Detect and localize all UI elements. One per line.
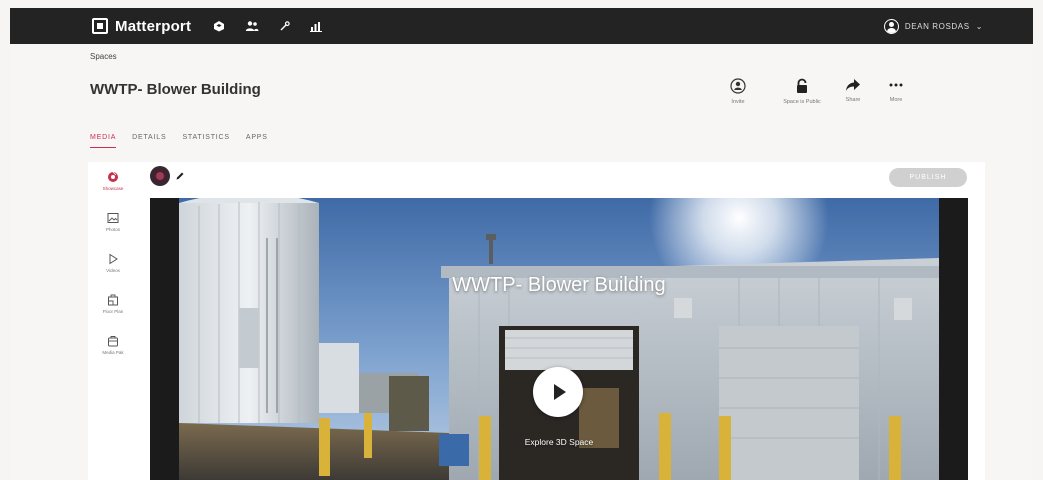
tab-media[interactable]: MEDIA [90,134,117,148]
user-avatar-icon [883,18,899,34]
floorplan-icon [107,294,118,306]
media-panel: Showcase Photos Videos Floor Plan Media … [88,162,985,480]
showcase-viewer[interactable]: WWTP- Blower Building Explore 3D Space [150,198,968,480]
more-icon [889,83,903,87]
viewer-title: WWTP- Blower Building [452,274,666,296]
lock-icon [797,78,807,93]
share-icon [846,79,860,91]
sidenav-item-floorplan[interactable]: Floor Plan [102,294,124,326]
nav-tools-icon[interactable] [279,20,290,32]
tab-details[interactable]: DETAILS [132,134,166,148]
user-name: DEAN ROSDAS [904,21,970,31]
tab-bar: MEDIA DETAILS STATISTICS APPS [90,134,268,148]
tab-apps[interactable]: APPS [246,134,268,148]
tab-statistics[interactable]: STATISTICS [182,134,229,148]
pencil-icon[interactable] [175,171,185,181]
invite-icon [730,78,746,94]
photos-icon [107,213,119,223]
nav-users-icon[interactable] [245,20,259,32]
sidenav-item-videos[interactable]: Videos [106,253,120,285]
top-bar: Matterport DEAN ROSDAS ⌄ [10,8,1033,44]
invite-button[interactable]: Invite [708,78,768,105]
sidenav-label-videos: Videos [106,268,120,273]
page-title: WWTP- Blower Building [90,81,261,98]
space-thumbnail[interactable] [150,166,170,186]
sidenav-label-showcase: Showcase [102,186,124,191]
top-nav [213,20,323,32]
nav-analytics-icon[interactable] [310,21,323,32]
sidenav-label-mediapak: Media Pak [102,350,124,355]
sidenav-label-photos: Photos [105,227,120,232]
matterport-logo[interactable]: Matterport [92,8,191,44]
videos-icon [109,253,118,265]
play-button[interactable] [533,367,583,417]
publish-button[interactable]: PUBLISH [889,168,967,187]
breadcrumb[interactable]: Spaces [90,52,117,61]
sidenav-item-photos[interactable]: Photos [106,212,120,244]
chevron-down-icon: ⌄ [975,21,983,31]
showcase-icon [107,171,118,182]
user-menu[interactable]: DEAN ROSDAS ⌄ [883,18,983,34]
matterport-logo-icon [92,18,108,34]
brand-name: Matterport [115,17,192,35]
space-public-label: Space is Public [783,99,821,105]
sidenav-item-mediapak[interactable]: Media Pak [102,335,124,367]
more-button[interactable]: More [866,78,926,103]
sidenav-item-showcase[interactable]: Showcase [102,171,124,203]
invite-label: Invite [731,99,745,105]
showcase-editbar [150,166,185,186]
nav-spaces-icon[interactable] [213,20,225,32]
more-label: More [889,97,903,103]
share-label: Share [845,97,861,103]
explore-3d-label[interactable]: Explore 3D Space [150,437,968,447]
media-sidenav: Showcase Photos Videos Floor Plan Media … [88,162,138,480]
mediapak-icon [107,336,118,347]
sidenav-label-floorplan: Floor Plan [102,309,124,314]
